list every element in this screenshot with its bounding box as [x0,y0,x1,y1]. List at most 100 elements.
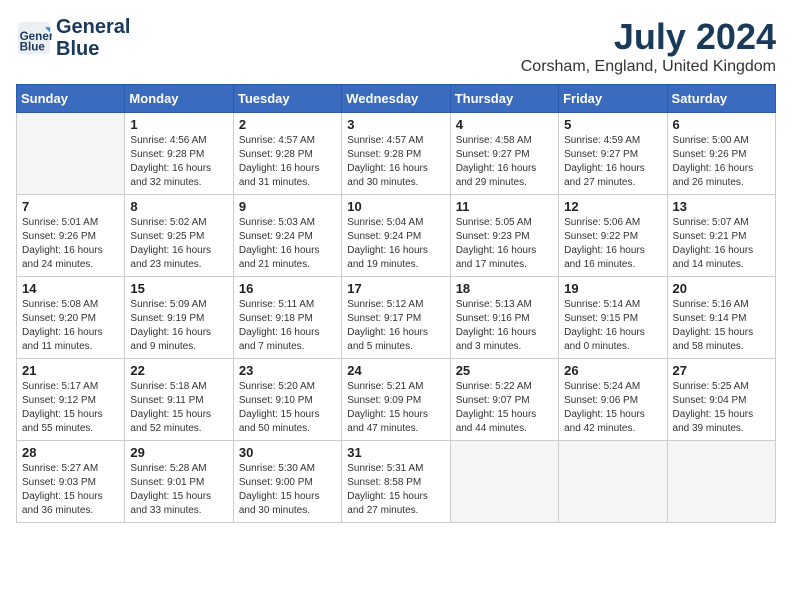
day-number: 13 [673,199,770,214]
calendar-week-row: 28Sunrise: 5:27 AMSunset: 9:03 PMDayligh… [17,441,776,523]
day-info: Sunrise: 5:18 AMSunset: 9:11 PMDaylight:… [130,380,227,436]
calendar-cell: 31 Sunrise: 5:31 AMSunset: 8:58 PMDayligh… [342,441,450,523]
day-info: Sunrise: 5:00 AMSunset: 9:26 PMDaylight:… [673,134,770,190]
calendar-cell: 26 Sunrise: 5:24 AMSunset: 9:06 PMDayligh… [559,359,667,441]
calendar-cell: 7 Sunrise: 5:01 AMSunset: 9:26 PMDaylight… [17,195,125,277]
calendar-week-row: 7 Sunrise: 5:01 AMSunset: 9:26 PMDaylight… [17,195,776,277]
day-number: 29 [130,445,227,460]
title-block: July 2024 Corsham, England, United Kingd… [521,16,776,76]
day-info: Sunrise: 5:31 AMSunset: 8:58 PMDaylight:… [347,462,444,518]
day-info: Sunrise: 5:20 AMSunset: 9:10 PMDaylight:… [239,380,336,436]
day-number: 17 [347,281,444,296]
calendar-cell: 27Sunrise: 5:25 AMSunset: 9:04 PMDayligh… [667,359,775,441]
calendar-cell: 6 Sunrise: 5:00 AMSunset: 9:26 PMDaylight… [667,113,775,195]
calendar-cell: 11Sunrise: 5:05 AMSunset: 9:23 PMDayligh… [450,195,558,277]
day-number: 4 [456,117,553,132]
weekday-header: Sunday [17,85,125,113]
day-info: Sunrise: 5:09 AMSunset: 9:19 PMDaylight:… [130,298,227,354]
day-number: 30 [239,445,336,460]
calendar-cell: 24 Sunrise: 5:21 AMSunset: 9:09 PMDayligh… [342,359,450,441]
weekday-header: Wednesday [342,85,450,113]
day-number: 12 [564,199,661,214]
day-number: 31 [347,445,444,460]
day-info: Sunrise: 5:08 AMSunset: 9:20 PMDaylight:… [22,298,119,354]
day-info: Sunrise: 5:30 AMSunset: 9:00 PMDaylight:… [239,462,336,518]
weekday-header: Tuesday [233,85,341,113]
calendar-cell: 2Sunrise: 4:57 AMSunset: 9:28 PMDaylight… [233,113,341,195]
weekday-header: Monday [125,85,233,113]
day-number: 16 [239,281,336,296]
calendar-cell: 23 Sunrise: 5:20 AMSunset: 9:10 PMDayligh… [233,359,341,441]
calendar-week-row: 21 Sunrise: 5:17 AMSunset: 9:12 PMDayligh… [17,359,776,441]
day-number: 7 [22,199,119,214]
calendar-cell: 4Sunrise: 4:58 AMSunset: 9:27 PMDaylight… [450,113,558,195]
day-number: 24 [347,363,444,378]
day-number: 1 [130,117,227,132]
header: General Blue General Blue July 2024 Cors… [16,16,776,76]
day-info: Sunrise: 5:14 AMSunset: 9:15 PMDaylight:… [564,298,661,354]
day-number: 9 [239,199,336,214]
calendar-cell: 19 Sunrise: 5:14 AMSunset: 9:15 PMDayligh… [559,277,667,359]
day-info: Sunrise: 5:22 AMSunset: 9:07 PMDaylight:… [456,380,553,436]
calendar-cell: 17 Sunrise: 5:12 AMSunset: 9:17 PMDayligh… [342,277,450,359]
day-number: 5 [564,117,661,132]
day-number: 11 [456,199,553,214]
calendar-cell [17,113,125,195]
day-info: Sunrise: 5:13 AMSunset: 9:16 PMDaylight:… [456,298,553,354]
calendar-cell: 14 Sunrise: 5:08 AMSunset: 9:20 PMDayligh… [17,277,125,359]
calendar-cell: 28Sunrise: 5:27 AMSunset: 9:03 PMDayligh… [17,441,125,523]
calendar-cell: 18 Sunrise: 5:13 AMSunset: 9:16 PMDayligh… [450,277,558,359]
day-info: Sunrise: 5:12 AMSunset: 9:17 PMDaylight:… [347,298,444,354]
day-number: 23 [239,363,336,378]
logo-text: General Blue [56,16,130,60]
calendar-cell: 20Sunrise: 5:16 AMSunset: 9:14 PMDayligh… [667,277,775,359]
day-number: 14 [22,281,119,296]
day-number: 18 [456,281,553,296]
calendar-cell: 12 Sunrise: 5:06 AMSunset: 9:22 PMDayligh… [559,195,667,277]
day-info: Sunrise: 5:06 AMSunset: 9:22 PMDaylight:… [564,216,661,272]
day-info: Sunrise: 5:03 AMSunset: 9:24 PMDaylight:… [239,216,336,272]
day-number: 25 [456,363,553,378]
calendar-cell: 5 Sunrise: 4:59 AMSunset: 9:27 PMDaylight… [559,113,667,195]
calendar-cell: 13 Sunrise: 5:07 AMSunset: 9:21 PMDayligh… [667,195,775,277]
day-number: 6 [673,117,770,132]
calendar-cell: 8Sunrise: 5:02 AMSunset: 9:25 PMDaylight… [125,195,233,277]
calendar-week-row: 14 Sunrise: 5:08 AMSunset: 9:20 PMDayligh… [17,277,776,359]
calendar-cell: 10 Sunrise: 5:04 AMSunset: 9:24 PMDayligh… [342,195,450,277]
calendar-cell: 16 Sunrise: 5:11 AMSunset: 9:18 PMDayligh… [233,277,341,359]
subtitle: Corsham, England, United Kingdom [521,58,776,76]
day-info: Sunrise: 5:21 AMSunset: 9:09 PMDaylight:… [347,380,444,436]
day-info: Sunrise: 5:01 AMSunset: 9:26 PMDaylight:… [22,216,119,272]
day-number: 3 [347,117,444,132]
logo-line2: Blue [56,38,99,60]
day-info: Sunrise: 5:17 AMSunset: 9:12 PMDaylight:… [22,380,119,436]
calendar-header-row: SundayMondayTuesdayWednesdayThursdayFrid… [17,85,776,113]
day-number: 19 [564,281,661,296]
day-info: Sunrise: 5:11 AMSunset: 9:18 PMDaylight:… [239,298,336,354]
logo-icon: General Blue [16,20,52,56]
day-info: Sunrise: 5:07 AMSunset: 9:21 PMDaylight:… [673,216,770,272]
day-number: 10 [347,199,444,214]
day-info: Sunrise: 5:24 AMSunset: 9:06 PMDaylight:… [564,380,661,436]
logo: General Blue General Blue [16,16,130,60]
weekday-header: Saturday [667,85,775,113]
calendar: SundayMondayTuesdayWednesdayThursdayFrid… [16,84,776,523]
calendar-cell: 29 Sunrise: 5:28 AMSunset: 9:01 PMDayligh… [125,441,233,523]
day-info: Sunrise: 5:28 AMSunset: 9:01 PMDaylight:… [130,462,227,518]
day-info: Sunrise: 4:56 AMSunset: 9:28 PMDaylight:… [130,134,227,190]
calendar-week-row: 1 Sunrise: 4:56 AMSunset: 9:28 PMDaylight… [17,113,776,195]
calendar-cell [450,441,558,523]
main-title: July 2024 [521,16,776,58]
day-info: Sunrise: 5:02 AMSunset: 9:25 PMDaylight:… [130,216,227,272]
day-number: 20 [673,281,770,296]
calendar-cell [667,441,775,523]
calendar-cell: 25 Sunrise: 5:22 AMSunset: 9:07 PMDayligh… [450,359,558,441]
day-info: Sunrise: 4:59 AMSunset: 9:27 PMDaylight:… [564,134,661,190]
day-info: Sunrise: 4:57 AMSunset: 9:28 PMDaylight:… [347,134,444,190]
day-info: Sunrise: 5:04 AMSunset: 9:24 PMDaylight:… [347,216,444,272]
day-number: 2 [239,117,336,132]
calendar-cell: 9 Sunrise: 5:03 AMSunset: 9:24 PMDaylight… [233,195,341,277]
day-number: 21 [22,363,119,378]
weekday-header: Friday [559,85,667,113]
day-number: 26 [564,363,661,378]
